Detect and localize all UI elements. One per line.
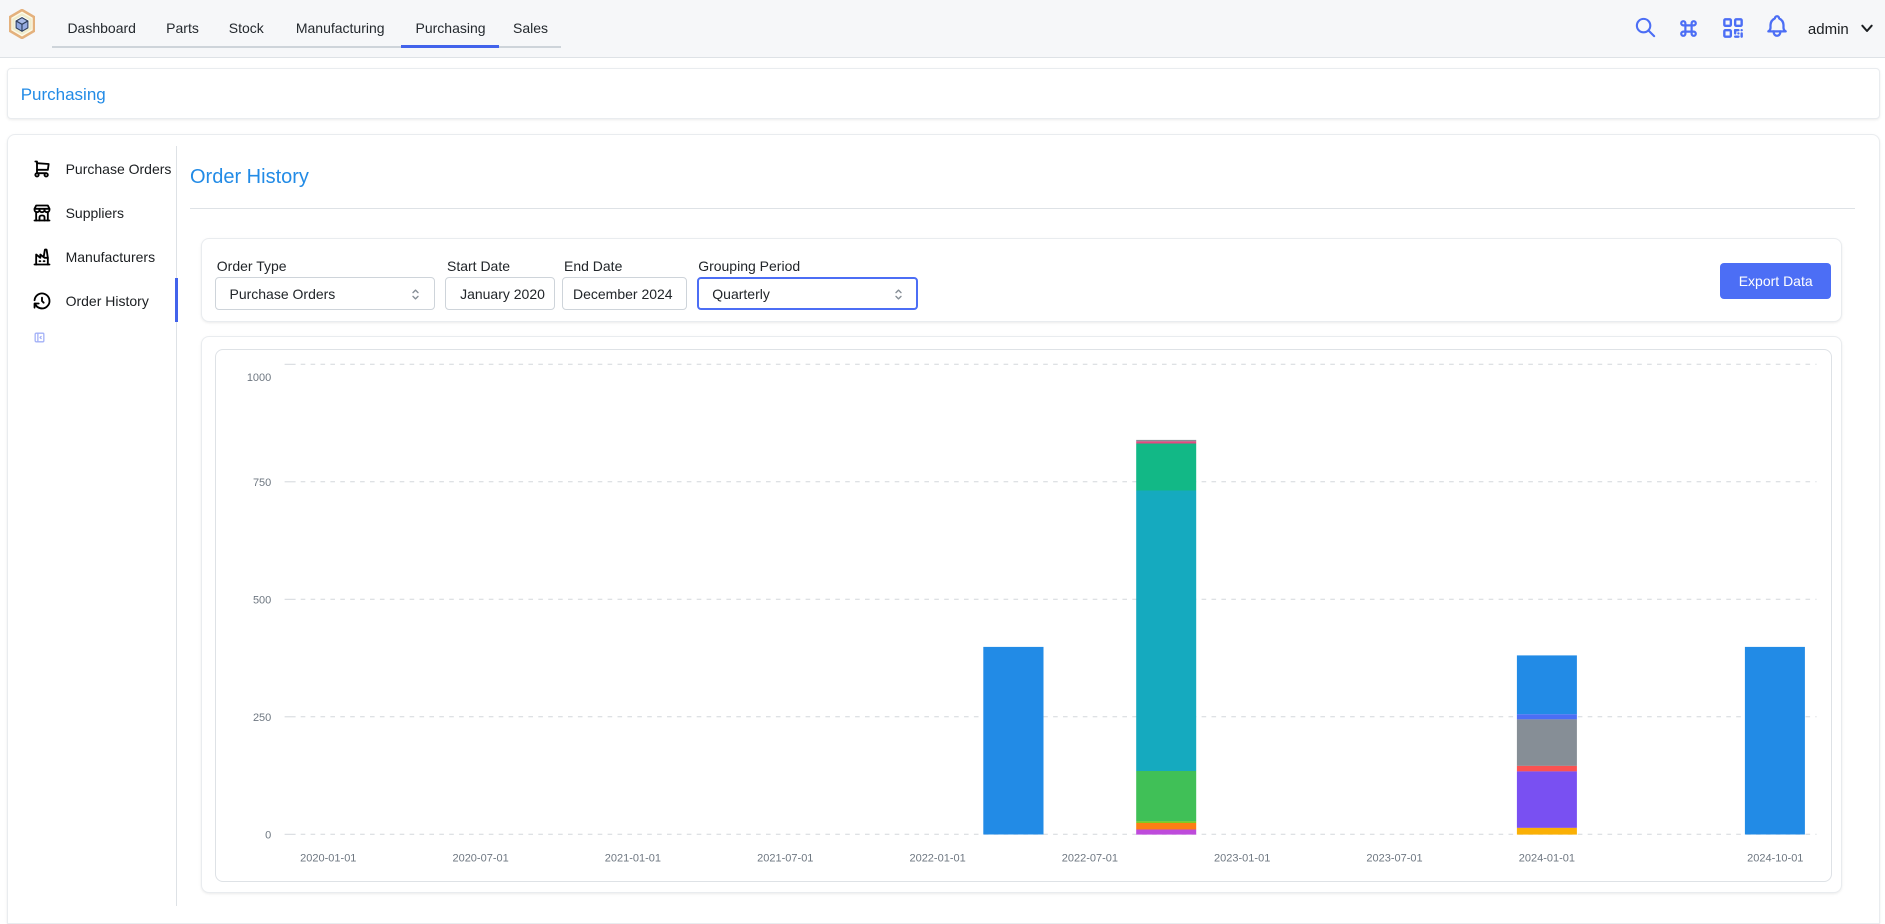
svg-text:1000: 1000 bbox=[247, 372, 271, 384]
svg-text:2023-01-01: 2023-01-01 bbox=[1214, 853, 1270, 865]
svg-text:2020-07-01: 2020-07-01 bbox=[452, 853, 508, 865]
svg-text:2021-01-01: 2021-01-01 bbox=[605, 853, 661, 865]
svg-text:2020-01-01: 2020-01-01 bbox=[300, 853, 356, 865]
svg-text:2021-07-01: 2021-07-01 bbox=[757, 853, 813, 865]
svg-text:2024-10-01: 2024-10-01 bbox=[1747, 853, 1803, 865]
svg-text:0: 0 bbox=[265, 829, 271, 841]
svg-text:250: 250 bbox=[253, 712, 271, 724]
svg-text:2022-01-01: 2022-01-01 bbox=[909, 853, 965, 865]
svg-text:500: 500 bbox=[253, 594, 271, 606]
svg-text:2024-01-01: 2024-01-01 bbox=[1519, 853, 1575, 865]
svg-text:2022-07-01: 2022-07-01 bbox=[1062, 853, 1118, 865]
svg-text:2023-07-01: 2023-07-01 bbox=[1366, 853, 1422, 865]
svg-text:750: 750 bbox=[253, 477, 271, 489]
